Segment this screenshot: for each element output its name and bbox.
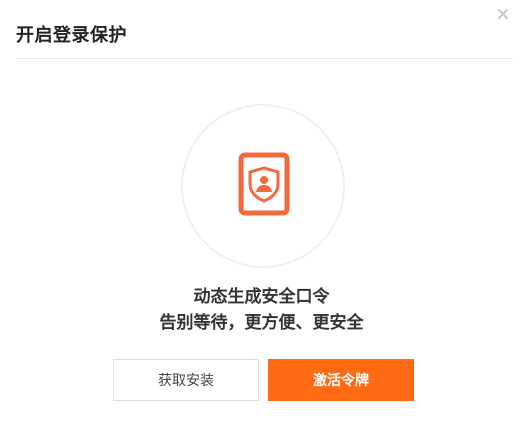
get-install-button[interactable]: 获取安装 [113, 359, 259, 401]
headline-text: 动态生成安全口令 [193, 287, 330, 307]
close-icon[interactable] [495, 6, 511, 22]
header-divider [16, 58, 513, 59]
activate-token-button[interactable]: 激活令牌 [268, 359, 414, 401]
subline-text: 告别等待，更方便、更安全 [159, 313, 364, 333]
shield-user-icon [238, 152, 290, 216]
login-protection-dialog: 开启登录保护 动态生成安全口令 告别等待，更方便、更安全 获取安装 激活令牌 [0, 0, 523, 422]
dialog-title: 开启登录保护 [16, 25, 127, 46]
